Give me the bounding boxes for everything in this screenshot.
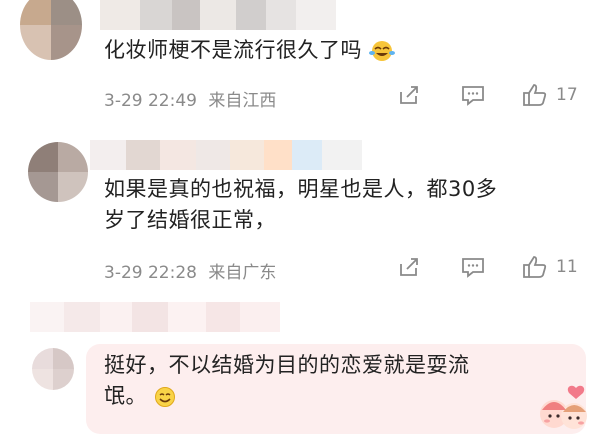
comment-text-line-2: 氓。 bbox=[104, 384, 147, 408]
comment-button[interactable] bbox=[461, 256, 485, 278]
username-mosaic[interactable] bbox=[100, 0, 336, 30]
like-count: 11 bbox=[556, 257, 578, 277]
comment-icon bbox=[462, 86, 484, 106]
avatar[interactable] bbox=[28, 142, 88, 202]
like-button[interactable]: 17 bbox=[522, 82, 578, 108]
share-icon bbox=[400, 86, 418, 104]
smile-emoji-icon bbox=[155, 387, 176, 407]
comment-location: 来自广东 bbox=[208, 263, 277, 283]
comment-text-line-2-wrap: 氓。 bbox=[104, 381, 470, 412]
username-mosaic[interactable] bbox=[30, 302, 280, 332]
comment-text-line-1: 如果是真的也祝福，明星也是人，都30多 bbox=[104, 177, 498, 201]
comment-button[interactable] bbox=[461, 84, 485, 106]
comment-text: 化妆师梗不是流行很久了吗 bbox=[104, 35, 396, 66]
bubble-decoration-icon bbox=[540, 385, 587, 429]
like-count: 17 bbox=[556, 85, 578, 105]
comment-text-line-1: 挺好，不以结婚为目的的恋爱就是耍流 bbox=[104, 353, 470, 377]
comment-text: 如果是真的也祝福，明星也是人，都30多 岁了结婚很正常， bbox=[104, 174, 497, 236]
comment-time: 3-29 22:49 bbox=[104, 91, 197, 111]
comment-location: 来自江西 bbox=[208, 91, 277, 111]
comment-3: 挺好，不以结婚为目的的恋爱就是耍流 氓。 bbox=[0, 300, 600, 438]
comment-1: 化妆师梗不是流行很久了吗 3-29 22:49 来自江西 17 bbox=[0, 0, 600, 140]
share-button[interactable] bbox=[398, 84, 420, 106]
share-button[interactable] bbox=[398, 256, 420, 278]
share-icon bbox=[400, 258, 418, 276]
comment-time: 3-29 22:28 bbox=[104, 263, 197, 283]
thumbs-up-icon bbox=[523, 84, 547, 106]
comment-text: 挺好，不以结婚为目的的恋爱就是耍流 氓。 bbox=[104, 350, 470, 412]
username-mosaic[interactable] bbox=[90, 140, 362, 170]
avatar[interactable] bbox=[20, 0, 82, 60]
like-button[interactable]: 11 bbox=[522, 254, 578, 280]
comment-icon bbox=[462, 258, 484, 278]
comment-text-line-2: 岁了结婚很正常， bbox=[104, 208, 276, 232]
comment-meta: 3-29 22:49 来自江西 bbox=[104, 86, 276, 111]
comment-2: 如果是真的也祝福，明星也是人，都30多 岁了结婚很正常， 3-29 22:28 … bbox=[0, 140, 600, 300]
comment-meta: 3-29 22:28 来自广东 bbox=[104, 258, 276, 283]
thumbs-up-icon bbox=[523, 256, 547, 278]
comment-text-content: 化妆师梗不是流行很久了吗 bbox=[104, 38, 362, 62]
avatar[interactable] bbox=[32, 348, 74, 390]
laughing-tears-emoji-icon bbox=[369, 41, 396, 61]
